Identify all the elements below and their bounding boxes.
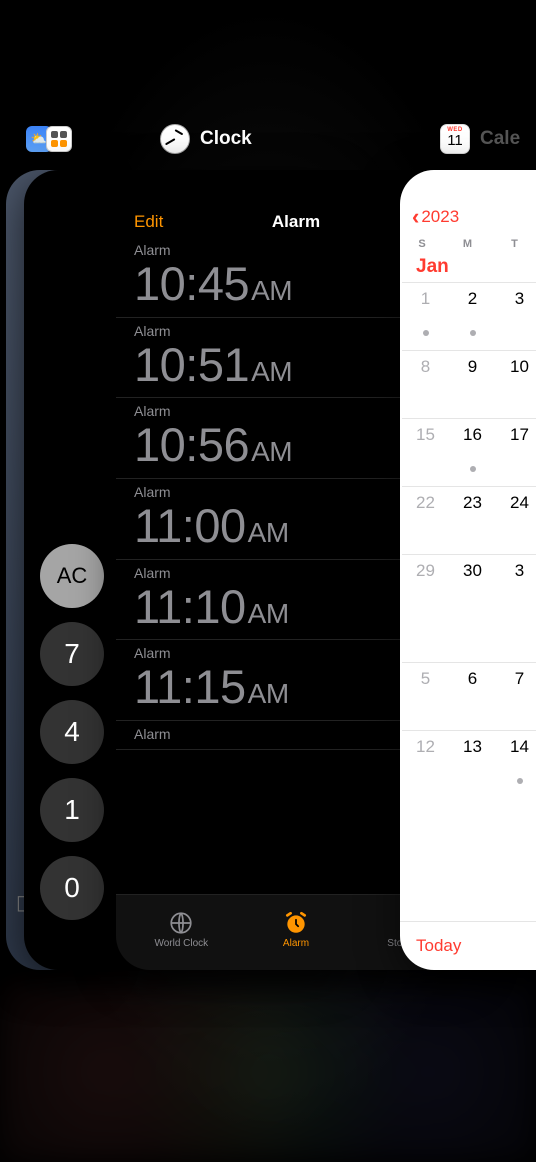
calendar-day[interactable]: 15 xyxy=(402,418,449,486)
calendar-day[interactable]: 17 xyxy=(496,418,536,486)
calc-button-4-label: 4 xyxy=(64,716,80,748)
clock-title: Alarm xyxy=(272,212,320,232)
calc-button-7-label: 7 xyxy=(64,638,80,670)
app-switcher-header-calculator: ⛅ xyxy=(26,126,72,152)
event-dot-icon xyxy=(470,330,476,336)
calc-button-7[interactable]: 7 xyxy=(40,622,104,686)
calc-button-ac-label: AC xyxy=(57,563,88,589)
chevron-left-icon: ‹ xyxy=(412,206,419,228)
tab-alarm[interactable]: Alarm xyxy=(256,910,336,949)
tab-world-clock-label: World Clock xyxy=(154,938,208,949)
alarm-icon xyxy=(283,910,309,936)
dow-mon: M xyxy=(444,238,491,250)
event-dot-icon xyxy=(470,466,476,472)
app-card-calendar[interactable]: ‹ 2023 S M T Jan 12389101516172223242930… xyxy=(400,170,536,970)
calendar-body[interactable]: Jan 123891015161722232429303 567121314 xyxy=(400,254,536,921)
calendar-day[interactable]: 12 xyxy=(402,730,449,798)
calendar-day[interactable]: 14 xyxy=(496,730,536,798)
calendar-back-button[interactable]: ‹ 2023 xyxy=(400,170,536,232)
calendar-day[interactable]: 23 xyxy=(449,486,496,554)
dock-background xyxy=(0,982,536,1162)
calendar-dow-header: S M T xyxy=(400,232,536,254)
calendar-day[interactable]: 29 xyxy=(402,554,449,622)
today-button[interactable]: Today xyxy=(400,921,536,970)
calc-button-0-label: 0 xyxy=(64,872,80,904)
app-switcher-header-clock: Clock xyxy=(160,124,252,154)
calc-button-ac[interactable]: AC xyxy=(40,544,104,608)
weather-calc-icon-stack: ⛅ xyxy=(26,126,72,152)
calendar-back-label: 2023 xyxy=(421,207,459,227)
calendar-day[interactable]: 8 xyxy=(402,350,449,418)
calendar-day[interactable]: 13 xyxy=(449,730,496,798)
calendar-icon: WED 11 xyxy=(440,124,470,154)
calc-button-0[interactable]: 0 xyxy=(40,856,104,920)
calendar-day[interactable]: 30 xyxy=(449,554,496,622)
calendar-day[interactable]: 7 xyxy=(496,662,536,730)
app-switcher-header-calendar: WED 11 Cale xyxy=(440,124,520,154)
calendar-day[interactable]: 2 xyxy=(449,282,496,350)
calendar-day[interactable]: 24 xyxy=(496,486,536,554)
calendar-day[interactable]: 16 xyxy=(449,418,496,486)
calendar-app-label: Cale xyxy=(480,128,520,150)
calc-button-1[interactable]: 1 xyxy=(40,778,104,842)
calendar-day[interactable]: 5 xyxy=(402,662,449,730)
calendar-day[interactable]: 3 xyxy=(496,554,536,622)
calc-button-4[interactable]: 4 xyxy=(40,700,104,764)
edit-button[interactable]: Edit xyxy=(134,212,163,232)
calendar-day[interactable]: 9 xyxy=(449,350,496,418)
clock-app-label: Clock xyxy=(200,128,252,150)
calendar-day[interactable]: 6 xyxy=(449,662,496,730)
event-dot-icon xyxy=(423,330,429,336)
calc-button-1-label: 1 xyxy=(64,794,80,826)
dow-sun: S xyxy=(400,238,444,250)
month-label-jan: Jan xyxy=(404,254,536,282)
calendar-day[interactable]: 1 xyxy=(402,282,449,350)
calendar-icon-day: 11 xyxy=(447,133,463,148)
tab-world-clock[interactable]: World Clock xyxy=(141,910,221,949)
tab-alarm-label: Alarm xyxy=(283,938,309,949)
event-dot-icon xyxy=(517,778,523,784)
calendar-day[interactable]: 22 xyxy=(402,486,449,554)
dow-tue: T xyxy=(491,238,536,250)
calendar-day[interactable]: 3 xyxy=(496,282,536,350)
calculator-icon xyxy=(46,126,72,152)
calendar-grid-feb: 567 121314 xyxy=(402,662,536,798)
today-label: Today xyxy=(416,936,461,955)
calendar-day[interactable]: 10 xyxy=(496,350,536,418)
calendar-grid-jan: 123891015161722232429303 xyxy=(402,282,536,622)
globe-icon xyxy=(168,910,194,936)
clock-icon xyxy=(160,124,190,154)
